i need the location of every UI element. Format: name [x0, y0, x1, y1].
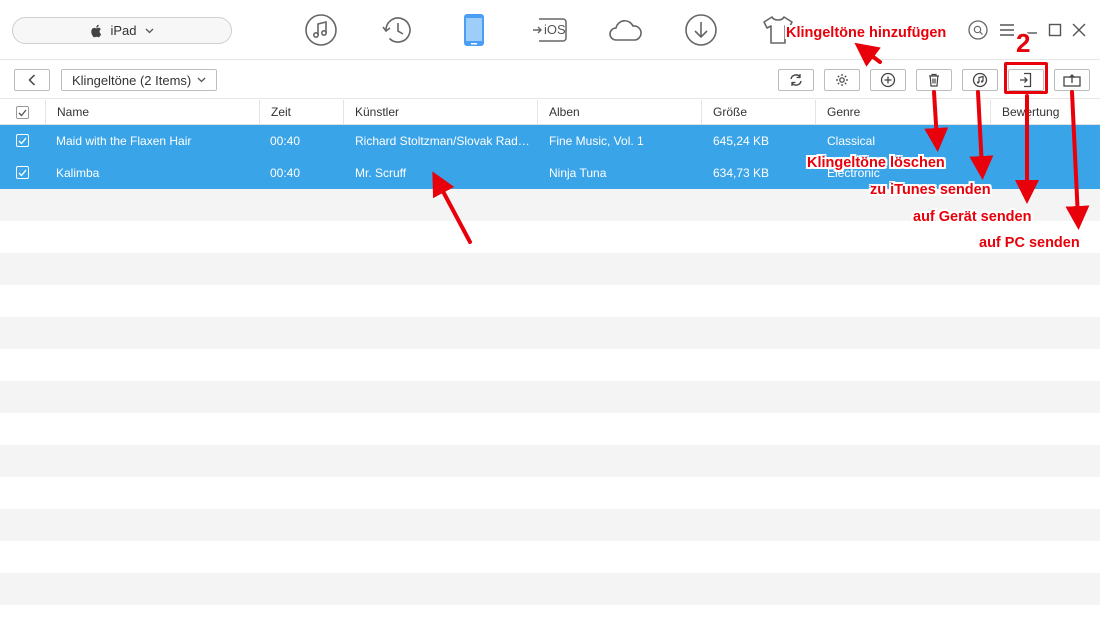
- chevron-down-icon: [145, 28, 153, 33]
- empty-row: [0, 445, 1100, 477]
- to-ios-label: iOS: [544, 22, 566, 37]
- cloud-icon[interactable]: [607, 12, 643, 48]
- step-number: 2: [1016, 28, 1031, 58]
- checkmark-icon: [18, 137, 27, 144]
- device-icon[interactable]: [456, 12, 492, 48]
- chevron-left-icon: [28, 74, 36, 86]
- cell-size: 634,73 KB: [713, 166, 770, 180]
- cell-artist: Mr. Scruff: [355, 166, 407, 180]
- refresh-icon: [790, 74, 802, 86]
- column-header-genre[interactable]: Genre: [815, 100, 990, 125]
- cell-time: 00:40: [270, 166, 301, 180]
- empty-row: [0, 253, 1100, 285]
- cell-name: Maid with the Flaxen Hair: [56, 134, 192, 148]
- to-pc-icon: [1063, 74, 1081, 87]
- annotation-add: Klingeltöne hinzufügen: [786, 25, 947, 41]
- cell-artist: Richard Stoltzman/Slovak Radi...: [355, 134, 530, 148]
- cell-album: Fine Music, Vol. 1: [549, 134, 644, 148]
- music-icon[interactable]: [303, 12, 339, 48]
- table-row[interactable]: Maid with the Flaxen Hair 00:40 Richard …: [0, 125, 1100, 157]
- annotation-device: auf Gerät senden: [913, 209, 1032, 225]
- row-checkbox[interactable]: [16, 134, 29, 147]
- add-ringtone-button[interactable]: [870, 69, 906, 91]
- empty-row: [0, 573, 1100, 605]
- refresh-button[interactable]: [778, 69, 814, 91]
- itunes-icon: [972, 72, 988, 88]
- trash-icon: [929, 73, 939, 87]
- gear-icon: [836, 74, 848, 86]
- checkmark-icon: [18, 109, 27, 116]
- empty-row: [0, 605, 1100, 637]
- annotation-delete: Klingeltöne löschen: [807, 155, 945, 171]
- empty-row: [0, 413, 1100, 445]
- highlight-box: [1004, 62, 1048, 94]
- select-all-checkbox[interactable]: [16, 106, 29, 119]
- close-icon[interactable]: [1069, 20, 1089, 40]
- device-selector[interactable]: iPad: [12, 17, 232, 44]
- content-toolbar: Klingeltöne (2 Items): [0, 61, 1100, 99]
- cell-album: Ninja Tuna: [549, 166, 607, 180]
- cell-name: Kalimba: [56, 166, 100, 180]
- empty-row: [0, 317, 1100, 349]
- device-name: iPad: [110, 23, 137, 38]
- empty-row: [0, 381, 1100, 413]
- search-icon[interactable]: [968, 20, 988, 40]
- row-checkbox[interactable]: [16, 166, 29, 179]
- empty-row: [0, 349, 1100, 381]
- back-button[interactable]: [14, 69, 50, 91]
- send-to-itunes-button[interactable]: [962, 69, 998, 91]
- download-icon[interactable]: [683, 12, 719, 48]
- column-header-rating[interactable]: Bewertung: [990, 100, 1100, 125]
- empty-row: [0, 477, 1100, 509]
- column-header-size[interactable]: Größe: [701, 100, 816, 125]
- chevron-down-icon: [197, 77, 206, 83]
- checkmark-icon: [18, 169, 27, 176]
- category-dropdown[interactable]: Klingeltöne (2 Items): [61, 69, 218, 91]
- settings-button[interactable]: [824, 69, 860, 91]
- column-header-time[interactable]: Zeit: [259, 100, 344, 125]
- history-icon[interactable]: [380, 12, 416, 48]
- send-to-pc-button[interactable]: [1054, 69, 1090, 91]
- empty-row: [0, 541, 1100, 573]
- column-header-album[interactable]: Alben: [537, 100, 702, 125]
- column-header-name[interactable]: Name: [45, 100, 260, 125]
- empty-row: [0, 285, 1100, 317]
- empty-row: [0, 221, 1100, 253]
- cell-genre: Classical: [827, 134, 876, 148]
- apple-icon: [91, 24, 102, 37]
- category-label: Klingeltöne (2 Items): [72, 72, 192, 88]
- to-ios-icon[interactable]: iOS: [531, 12, 569, 48]
- empty-row: [0, 509, 1100, 541]
- menu-icon[interactable]: [997, 20, 1017, 40]
- delete-ringtone-button[interactable]: [916, 69, 952, 91]
- annotation-itunes: zu iTunes senden: [870, 182, 991, 198]
- annotation-pc: auf PC senden: [979, 235, 1080, 251]
- cell-time: 00:40: [270, 134, 301, 148]
- maximize-icon[interactable]: [1045, 20, 1065, 40]
- cell-size: 645,24 KB: [713, 134, 770, 148]
- column-header-artist[interactable]: Künstler: [343, 100, 538, 125]
- add-icon: [880, 72, 896, 88]
- table-header: Name Zeit Künstler Alben Größe Genre Bew…: [0, 100, 1100, 125]
